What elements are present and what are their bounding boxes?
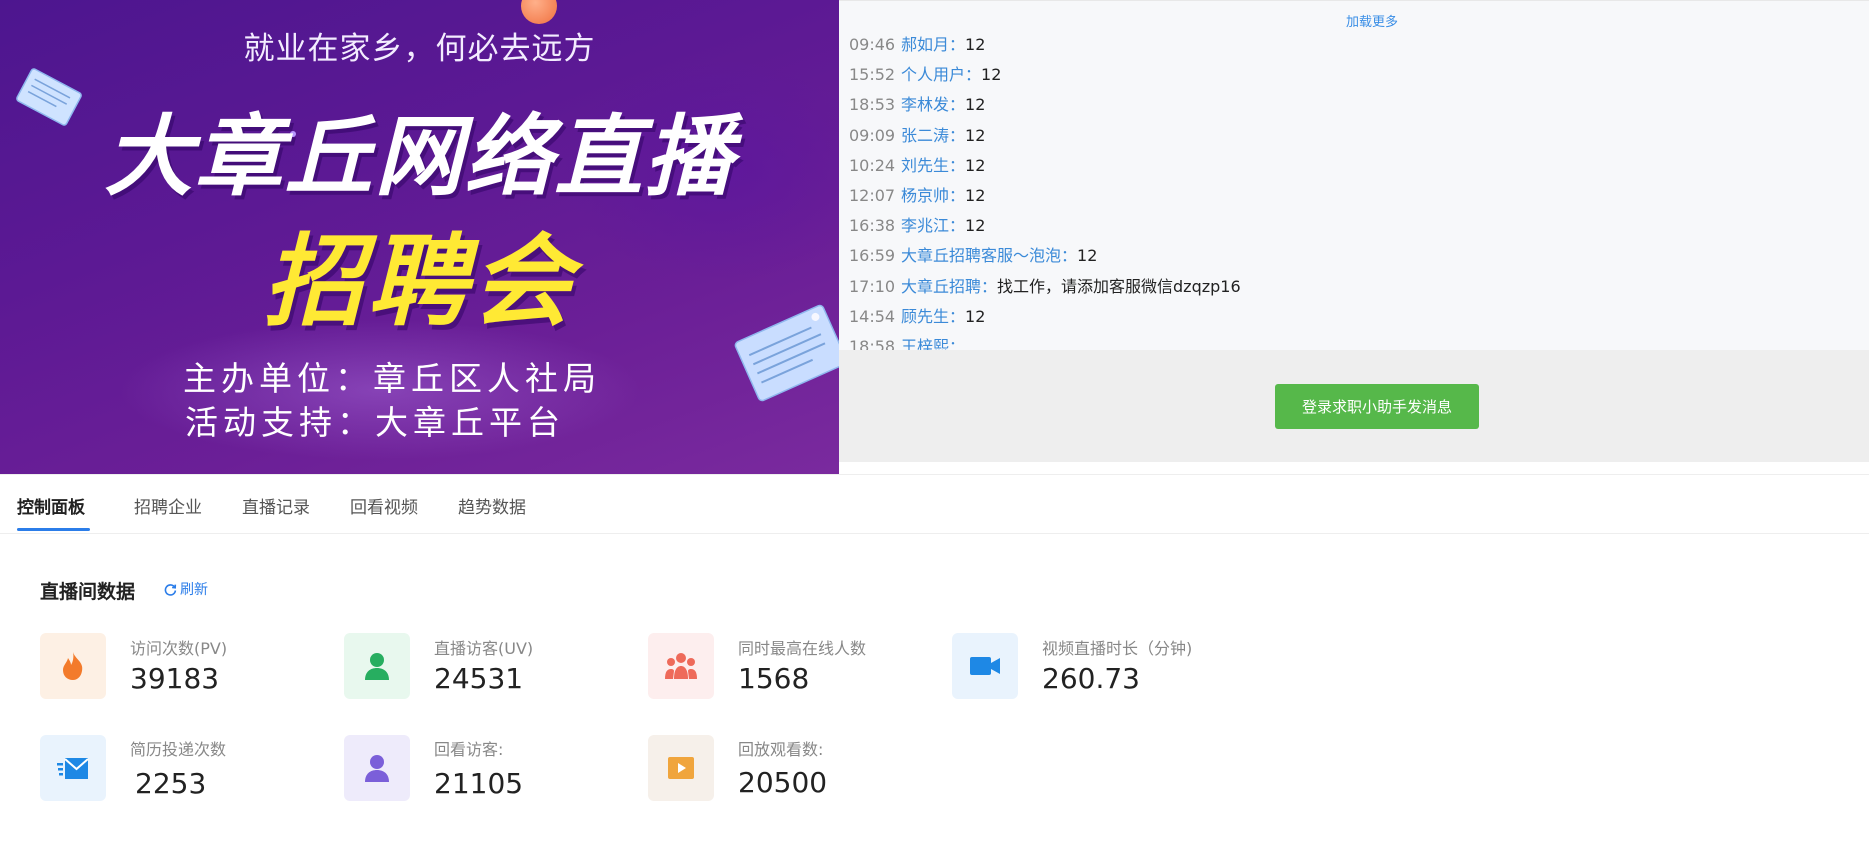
chat-message: 18:58 王梓熙： [849,332,1849,350]
chat-time: 16:38 [849,216,896,236]
stat-label: 直播访客(UV) [434,639,534,658]
tab-trend-data[interactable]: 趋势数据 [458,493,526,518]
refresh-label: 刷新 [180,582,208,598]
stat-value: 20500 [738,766,828,799]
chat-message: 09:46 郝如月：12 [849,30,1849,60]
chat-username[interactable]: 大章丘招聘客服～泡泡： [901,246,1077,265]
user-icon [365,755,389,782]
banner-title: 大章丘网络直播 [104,105,735,208]
chat-username[interactable]: 刘先生： [901,156,965,175]
chat-text: 12 [965,306,986,326]
stat-card-icon [40,735,106,801]
chat-message: 14:54 顾先生：12 [849,302,1849,332]
tab-bar: 控制面板 招聘企业 直播记录 回看视频 趋势数据 [0,474,1869,534]
chat-message-list[interactable]: 09:46 郝如月：12 15:52 个人用户：12 18:53 李林发：12 09:… [849,30,1849,350]
chat-time: 17:10 [849,276,896,296]
chat-text: 12 [1077,246,1098,266]
stat-value: 39183 [130,662,220,695]
chat-username[interactable]: 李林发： [901,95,965,114]
chat-time: 09:09 [849,125,896,145]
chat-username[interactable]: 张二涛： [901,126,965,145]
chat-text: 12 [965,95,986,115]
user-icon [365,653,389,680]
stat-card-icon [40,633,106,699]
tab-replay-videos[interactable]: 回看视频 [350,493,418,518]
stat-card-icon [344,735,410,801]
chat-message: 16:59 大章丘招聘客服～泡泡：12 [849,241,1849,271]
stat-value: 24531 [434,662,524,695]
refresh-icon [164,584,177,596]
login-to-chat-button[interactable]: 登录求职小助手发消息 [1275,384,1479,429]
chat-time: 14:54 [849,306,896,326]
stat-value: 21105 [434,767,524,800]
stat-value: 2253 [135,767,207,800]
stat-value: 1568 [738,662,810,695]
event-banner: 就业在家乡，何必去远方 大章丘网络直播 招聘会 主办单位：章丘区人社局 活动支持… [0,0,839,474]
stat-card-icon [952,633,1018,699]
banner-support: 活动支持：大章丘平台 [185,403,565,442]
chat-message: 09:09 张二涛：12 [849,121,1849,151]
banner-organizer: 主办单位：章丘区人社局 [183,359,601,398]
section-title: 直播间数据 [40,581,136,603]
chat-message: 12:07 杨京帅：12 [849,181,1849,211]
chat-time: 18:58 [849,336,896,350]
chat-username[interactable]: 杨京帅： [901,186,965,205]
refresh-button[interactable]: 刷新 [164,579,208,599]
stat-label: 访问次数(PV) [130,639,228,658]
fire-icon [63,652,83,680]
stat-card-icon [648,735,714,801]
envelope-icon [57,758,89,779]
play-icon [668,757,694,779]
chat-text: 12 [965,185,986,205]
tab-recruiting-companies[interactable]: 招聘企业 [134,493,202,518]
stat-label: 简历投递次数 [130,740,227,759]
chat-username[interactable]: 个人用户： [901,65,981,84]
chat-username[interactable]: 大章丘招聘： [901,277,997,296]
banner-subtitle: 就业在家乡，何必去远方 [243,31,596,67]
chat-text: 12 [965,35,986,54]
chat-message: 18:53 李林发：12 [849,90,1849,120]
chat-username[interactable]: 王梓熙： [901,337,965,350]
chat-text: 12 [981,65,1002,85]
chat-message: 17:10 大章丘招聘：找工作，请添加客服微信dzqzp16 [849,272,1849,302]
chat-time: 09:46 [849,35,896,54]
chat-time: 15:52 [849,65,896,85]
chat-message: 15:52 个人用户：12 [849,60,1849,90]
chat-message: 16:38 李兆江：12 [849,211,1849,241]
stat-value: 260.73 [1042,662,1140,695]
video-camera-icon [970,657,1000,675]
chat-text: 12 [965,216,986,236]
stat-label: 回看访客: [434,740,504,759]
group-icon [665,653,697,679]
chat-time: 18:53 [849,95,896,115]
stat-card-icon [344,633,410,699]
chat-text: 找工作，请添加客服微信dzqzp16 [997,276,1241,296]
stat-label: 视频直播时长（分钟) [1042,639,1193,658]
stat-label: 同时最高在线人数 [738,639,867,658]
chat-username[interactable]: 顾先生： [901,307,965,326]
stat-label: 回放观看数: [738,740,824,759]
chat-text: 12 [965,155,986,175]
chat-username[interactable]: 李兆江： [901,216,965,235]
tab-control-panel[interactable]: 控制面板 [17,493,85,518]
chat-username[interactable]: 郝如月： [901,35,965,54]
tab-live-records[interactable]: 直播记录 [242,493,310,518]
chat-time: 16:59 [849,246,896,266]
stat-card-icon [648,633,714,699]
chat-message: 10:24 刘先生：12 [849,151,1849,181]
active-tab-indicator [17,528,90,531]
chat-text: 12 [965,125,986,145]
chat-time: 10:24 [849,155,896,175]
chat-time: 12:07 [849,185,896,205]
banner-title-highlight: 招聘会 [263,223,576,340]
decorative-orb [521,0,557,24]
load-more-link[interactable]: 加载更多 [1346,11,1398,30]
